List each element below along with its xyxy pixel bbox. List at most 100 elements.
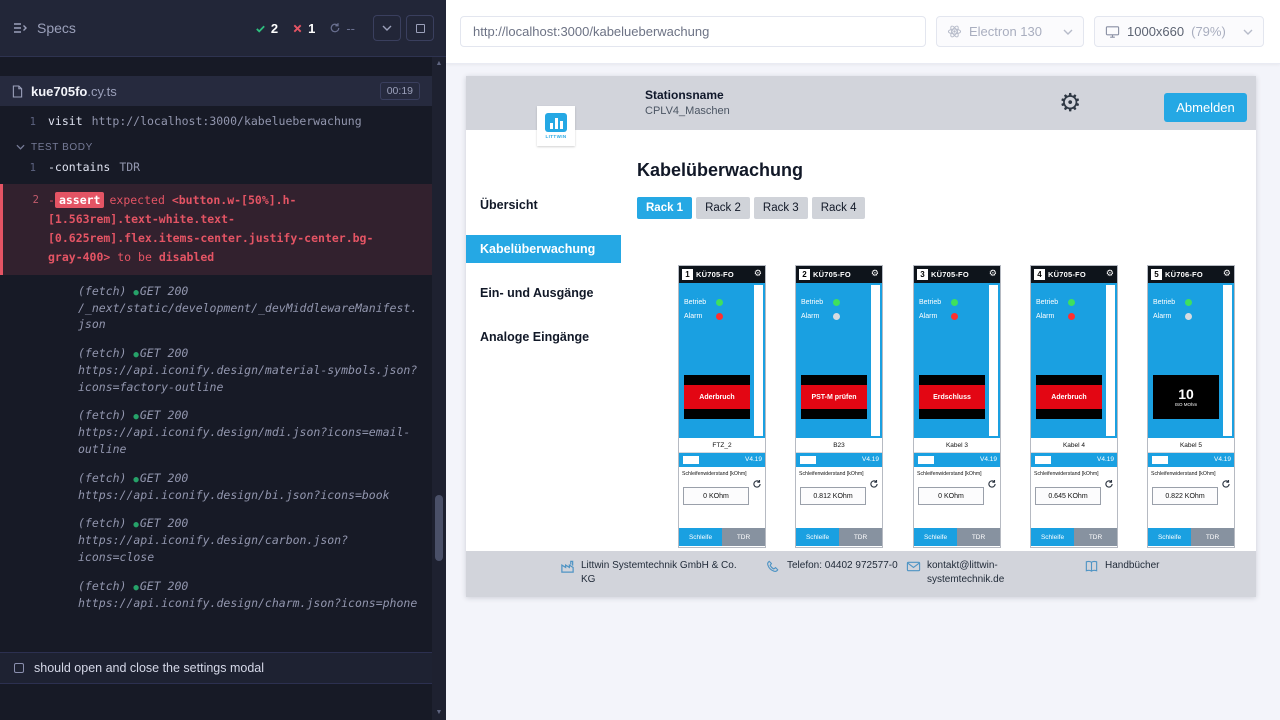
footer-text: Littwin Systemtechnik GmbH & Co. KG bbox=[581, 559, 743, 586]
command-assert-failed[interactable]: 2-assertexpected <button.w-[50%].h-[1.56… bbox=[0, 184, 432, 275]
littwin-logo: LITTWIN bbox=[537, 106, 575, 146]
spec-file-icon bbox=[12, 85, 23, 98]
network-log-row-3[interactable]: (fetch) ●GET 200 https://api.iconify.des… bbox=[0, 403, 432, 461]
alarm-label: Alarm bbox=[1036, 313, 1063, 320]
card-number: 1 bbox=[682, 269, 693, 280]
schleife-button[interactable]: Schleife bbox=[1031, 528, 1074, 546]
sidebar-item-1[interactable]: Übersicht bbox=[466, 191, 621, 219]
station-value: CPLV4_Maschen bbox=[645, 105, 730, 117]
status-display: Erdschluss bbox=[919, 375, 985, 419]
factory-icon bbox=[560, 559, 575, 574]
gear-icon[interactable]: ⚙ bbox=[1223, 270, 1231, 279]
status-display: PST-M prüfen bbox=[801, 375, 867, 419]
settings-gear-icon[interactable]: ⚙ bbox=[1059, 90, 1081, 115]
scroll-down-icon[interactable]: ▼ bbox=[432, 706, 446, 720]
scroll-up-icon[interactable]: ▲ bbox=[432, 57, 446, 71]
sidebar-item-2[interactable]: Kabelüberwachung bbox=[466, 235, 621, 263]
gear-icon[interactable]: ⚙ bbox=[754, 270, 762, 279]
tab-rack-4[interactable]: Rack 4 bbox=[812, 197, 866, 219]
schleife-button[interactable]: Schleife bbox=[914, 528, 957, 546]
tdr-button[interactable]: TDR bbox=[957, 528, 1000, 546]
failed-count: 1 bbox=[292, 21, 315, 36]
gear-icon[interactable]: ⚙ bbox=[871, 270, 879, 279]
cards-row: 1 KÜ705-FO ⚙ Betrieb Alarm Aderbruch FTZ… bbox=[466, 265, 1256, 551]
loop-resistance-value: 0.822 KOhm bbox=[1152, 487, 1218, 505]
command-log: 1visithttp://localhost:3000/kabelueberwa… bbox=[0, 106, 432, 616]
viewport-zoom: (79%) bbox=[1191, 24, 1226, 39]
monitor-card-1: 1 KÜ705-FO ⚙ Betrieb Alarm Aderbruch FTZ… bbox=[678, 265, 766, 548]
tab-rack-1[interactable]: Rack 1 bbox=[637, 197, 692, 219]
spec-duration: 00:19 bbox=[380, 82, 420, 100]
loop-resistance-label: Schleifenwiderstand [kOhm] bbox=[682, 471, 762, 477]
status-dot-icon: ● bbox=[133, 412, 138, 422]
next-test-row[interactable]: should open and close the settings modal bbox=[0, 652, 446, 684]
cable-name: Kabel 5 bbox=[1148, 438, 1234, 453]
footer-item-4[interactable]: Handbücher bbox=[1084, 559, 1245, 574]
betrieb-label: Betrieb bbox=[1153, 299, 1180, 306]
betrieb-led bbox=[1185, 299, 1192, 306]
reporter-scrollbar[interactable]: ▲ ▼ bbox=[432, 57, 446, 720]
card-number: 3 bbox=[917, 269, 928, 280]
schleife-button[interactable]: Schleife bbox=[1148, 528, 1191, 546]
network-log-row-4[interactable]: (fetch) ●GET 200 https://api.iconify.des… bbox=[0, 466, 432, 508]
tab-rack-2[interactable]: Rack 2 bbox=[696, 197, 750, 219]
tab-rack-3[interactable]: Rack 3 bbox=[754, 197, 808, 219]
card-body: Betrieb Alarm PST-M prüfen bbox=[796, 283, 882, 438]
collapse-button[interactable] bbox=[373, 15, 401, 41]
passed-count: 2 bbox=[255, 21, 278, 36]
iso-label: ISO MOhm bbox=[1175, 402, 1198, 407]
command-visit[interactable]: 1visithttp://localhost:3000/kabelueberwa… bbox=[0, 110, 432, 134]
refresh-icon[interactable] bbox=[752, 479, 762, 489]
browser-name: Electron 130 bbox=[969, 24, 1042, 39]
url-input[interactable] bbox=[460, 16, 926, 47]
tdr-button[interactable]: TDR bbox=[722, 528, 765, 546]
network-log-row-2[interactable]: (fetch) ●GET 200 https://api.iconify.des… bbox=[0, 341, 432, 399]
version-indicator bbox=[918, 456, 934, 464]
specs-menu-button[interactable]: Specs bbox=[12, 20, 76, 36]
card-number: 4 bbox=[1034, 269, 1045, 280]
schleife-button[interactable]: Schleife bbox=[679, 528, 722, 546]
test-body-section[interactable]: TEST BODY bbox=[0, 134, 432, 156]
firmware-version: V4.19 bbox=[1097, 456, 1114, 463]
loop-resistance-section: Schleifenwiderstand [kOhm] 0.812 KOhm bbox=[796, 467, 882, 528]
footer-item-1: Littwin Systemtechnik GmbH & Co. KG bbox=[560, 559, 743, 586]
spec-header[interactable]: kue705fo.cy.ts 00:19 bbox=[0, 76, 432, 106]
status-dot-icon: ● bbox=[133, 520, 138, 530]
scroll-thumb[interactable] bbox=[435, 495, 443, 561]
footer-item-3[interactable]: kontakt@littwin-systemtechnik.de bbox=[906, 559, 1019, 586]
chevron-down-icon bbox=[1063, 29, 1073, 35]
browser-select[interactable]: Electron 130 bbox=[936, 16, 1084, 47]
cypress-panel: Specs 2 1 -- bbox=[0, 0, 446, 720]
gear-icon[interactable]: ⚙ bbox=[1106, 270, 1114, 279]
refresh-icon[interactable] bbox=[1221, 479, 1231, 489]
footer-item-2[interactable]: Telefon: 04402 972577-0 bbox=[766, 559, 899, 574]
tdr-button[interactable]: TDR bbox=[1074, 528, 1117, 546]
stop-button[interactable] bbox=[406, 15, 434, 41]
network-log-row-6[interactable]: (fetch) ●GET 200 https://api.iconify.des… bbox=[0, 574, 432, 616]
alarm-led bbox=[833, 313, 840, 320]
command-contains[interactable]: 1-containsTDR bbox=[0, 156, 432, 180]
section-chevron-icon bbox=[16, 144, 25, 150]
card-body: Betrieb Alarm 10 ISO MOhm bbox=[1148, 283, 1234, 438]
card-header: 3 KÜ705-FO ⚙ bbox=[914, 266, 1000, 283]
tdr-button[interactable]: TDR bbox=[839, 528, 882, 546]
firmware-version: V4.19 bbox=[745, 456, 762, 463]
network-log-row-1[interactable]: (fetch) ●GET 200 /_next/static/developme… bbox=[0, 279, 432, 337]
tdr-button[interactable]: TDR bbox=[1191, 528, 1234, 546]
next-test-title: should open and close the settings modal bbox=[34, 661, 264, 675]
logout-button[interactable]: Abmelden bbox=[1164, 93, 1247, 122]
network-log-row-5[interactable]: (fetch) ●GET 200 https://api.iconify.des… bbox=[0, 511, 432, 569]
refresh-icon[interactable] bbox=[869, 479, 879, 489]
level-indicator bbox=[1106, 285, 1115, 436]
rack-tabs: Rack 1Rack 2Rack 3Rack 4 bbox=[637, 197, 865, 219]
alarm-label: Alarm bbox=[1153, 313, 1180, 320]
viewport-select[interactable]: 1000x660 (79%) bbox=[1094, 16, 1264, 47]
card-header: 1 KÜ705-FO ⚙ bbox=[679, 266, 765, 283]
refresh-icon[interactable] bbox=[1104, 479, 1114, 489]
refresh-icon[interactable] bbox=[987, 479, 997, 489]
firmware-version: V4.19 bbox=[862, 456, 879, 463]
gear-icon[interactable]: ⚙ bbox=[989, 270, 997, 279]
card-header: 4 KÜ705-FO ⚙ bbox=[1031, 266, 1117, 283]
cable-name: FTZ_2 bbox=[679, 438, 765, 453]
schleife-button[interactable]: Schleife bbox=[796, 528, 839, 546]
